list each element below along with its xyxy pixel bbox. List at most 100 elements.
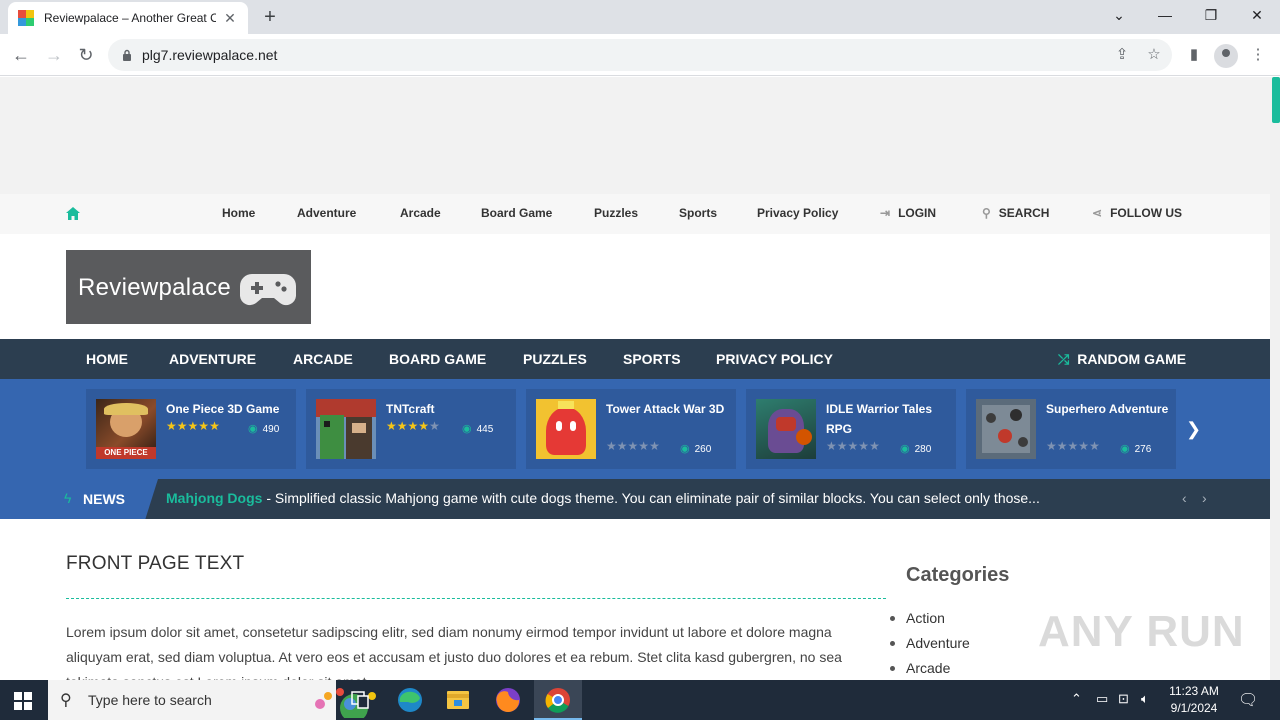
star-rating: ★★★★★ — [1046, 439, 1100, 453]
task-view-icon[interactable] — [336, 680, 384, 720]
side-panel-icon[interactable]: ▮ — [1183, 44, 1205, 66]
star-icon: ★ — [606, 439, 617, 453]
star-icon: ★ — [166, 419, 177, 433]
game-thumbnail — [756, 399, 816, 459]
eye-icon: ◉ — [1120, 443, 1130, 455]
topnav-item-adventure[interactable]: Adventure — [297, 206, 356, 220]
menu-kebab-icon[interactable]: ⋮ — [1247, 44, 1269, 66]
star-icon: ★ — [209, 419, 220, 433]
category-link-action[interactable]: Action — [890, 606, 970, 631]
shuffle-icon: ⤮ — [1058, 351, 1070, 367]
site-logo[interactable]: Reviewpalace — [66, 250, 311, 324]
game-card[interactable]: ONE PIECE One Piece 3D Game ★★★★★ ◉ 490 — [86, 389, 296, 469]
search-icon: ⚲ — [982, 206, 991, 220]
anyrun-watermark: ANY RUN — [1038, 607, 1245, 656]
game-thumbnail: ONE PIECE — [96, 399, 156, 459]
mainnav-item-privacy-policy[interactable]: PRIVACY POLICY — [716, 351, 833, 367]
game-card[interactable]: TNTcraft ★★★★★ ◉ 445 — [306, 389, 516, 469]
game-card[interactable]: Superhero Adventure ★★★★★ ◉ 276 — [966, 389, 1176, 469]
tab-search-icon[interactable]: ⌄ — [1107, 5, 1131, 25]
url-text: plg7.reviewpalace.net — [142, 47, 278, 63]
page-scrollbar-thumb[interactable] — [1272, 77, 1280, 123]
battery-icon[interactable]: ▭ — [1096, 691, 1108, 707]
browser-tabstrip: Reviewpalace – Another Great O ✕ + ⌄ — ❐… — [0, 0, 1280, 34]
topnav-item-home[interactable]: Home — [222, 206, 255, 220]
page-scrollbar[interactable] — [1270, 77, 1280, 680]
main-nav: HOME ADVENTURE ARCADE BOARD GAME PUZZLES… — [0, 339, 1270, 379]
game-card[interactable]: IDLE Warrior Tales RPG ★★★★★ ◉ 280 — [746, 389, 956, 469]
mainnav-item-adventure[interactable]: ADVENTURE — [169, 351, 256, 367]
reload-button[interactable]: ↻ — [75, 44, 97, 66]
news-prev-chevron-left-icon[interactable]: ‹ — [1182, 490, 1187, 506]
share-page-icon[interactable]: ⇪ — [1112, 45, 1132, 65]
follow-label: FOLLOW US — [1110, 206, 1183, 220]
game-title: Tower Attack War 3D — [606, 402, 725, 416]
login-link[interactable]: ⇥ LOGIN — [880, 206, 936, 220]
login-label: LOGIN — [898, 206, 937, 220]
star-icon: ★ — [869, 439, 880, 453]
back-button[interactable]: ← — [10, 44, 32, 66]
edge-browser-icon[interactable] — [386, 680, 434, 720]
topnav-item-puzzles[interactable]: Puzzles — [594, 206, 638, 220]
game-title: One Piece 3D Game — [166, 402, 280, 416]
mainnav-item-arcade[interactable]: ARCADE — [293, 351, 353, 367]
news-next-chevron-right-icon[interactable]: › — [1202, 490, 1207, 506]
game-title: Superhero Adventure — [1046, 402, 1169, 416]
lock-icon — [123, 49, 131, 61]
top-nav: Home Adventure Arcade Board Game Puzzles… — [0, 194, 1270, 234]
close-window-button[interactable]: ✕ — [1245, 5, 1269, 25]
taskbar-clock[interactable]: 11:23 AM 9/1/2024 — [1162, 683, 1226, 717]
file-explorer-icon[interactable] — [434, 680, 482, 720]
home-icon[interactable] — [66, 207, 80, 220]
topnav-item-arcade[interactable]: Arcade — [400, 206, 441, 220]
new-tab-button[interactable]: + — [258, 5, 282, 29]
windows-start-icon[interactable] — [14, 692, 32, 710]
taskbar-search-box[interactable]: ⚲ Type here to search — [48, 680, 376, 720]
play-count-value: 260 — [694, 444, 712, 455]
minimize-button[interactable]: — — [1153, 5, 1177, 25]
profile-avatar[interactable] — [1214, 44, 1238, 68]
tab-close-icon[interactable]: ✕ — [222, 10, 238, 26]
star-icon: ★ — [836, 439, 848, 453]
tray-chevron-up-icon[interactable]: ⌃ — [1071, 691, 1082, 707]
carousel-next-chevron-right-icon[interactable]: ❯ — [1186, 419, 1201, 440]
news-item[interactable]: Mahjong Dogs - Simplified classic Mahjon… — [166, 490, 1040, 506]
star-icon: ★ — [1046, 439, 1057, 453]
category-link-adventure[interactable]: Adventure — [890, 631, 970, 656]
forward-button[interactable]: → — [43, 44, 65, 66]
firefox-icon[interactable] — [484, 680, 532, 720]
search-link[interactable]: ⚲ SEARCH — [982, 206, 1049, 220]
star-icon: ★ — [407, 419, 419, 433]
browser-tab[interactable]: Reviewpalace – Another Great O ✕ — [8, 2, 248, 34]
game-thumbnail — [536, 399, 596, 459]
eye-icon: ◉ — [462, 423, 472, 435]
bookmark-star-icon[interactable]: ☆ — [1144, 45, 1164, 65]
follow-us-link[interactable]: ⋖ FOLLOW US — [1092, 206, 1182, 220]
notification-center-icon[interactable]: 🗨︎ — [1238, 690, 1258, 710]
news-headline[interactable]: Mahjong Dogs — [166, 490, 262, 506]
restore-button[interactable]: ❐ — [1199, 5, 1223, 25]
topnav-item-privacy-policy[interactable]: Privacy Policy — [757, 206, 838, 220]
topnav-item-sports[interactable]: Sports — [679, 206, 717, 220]
volume-icon[interactable]: 🔈︎ — [1141, 691, 1149, 707]
mainnav-item-puzzles[interactable]: PUZZLES — [523, 351, 587, 367]
random-game-label: RANDOM GAME — [1077, 351, 1187, 367]
game-card[interactable]: Tower Attack War 3D ★★★★★ ◉ 260 — [526, 389, 736, 469]
topnav-item-board-game[interactable]: Board Game — [481, 206, 552, 220]
star-icon: ★ — [649, 439, 660, 453]
chrome-icon[interactable] — [534, 680, 582, 720]
random-game-button[interactable]: ⤮ RANDOM GAME — [1058, 351, 1186, 368]
windows-taskbar: ⚲ Type here to search ⌃ ▭ ⊡ 🔈︎ 11:23 AM … — [0, 680, 1280, 720]
mainnav-item-sports[interactable]: SPORTS — [623, 351, 681, 367]
star-rating: ★★★★★ — [826, 439, 880, 453]
network-icon[interactable]: ⊡ — [1118, 691, 1129, 707]
search-icon: ⚲ — [60, 692, 72, 709]
eye-icon: ◉ — [900, 443, 910, 455]
play-count-value: 276 — [1134, 444, 1152, 455]
mainnav-item-board-game[interactable]: BOARD GAME — [389, 351, 486, 367]
category-link-arcade[interactable]: Arcade — [890, 656, 970, 680]
address-bar[interactable]: plg7.reviewpalace.net ⇪ ☆ — [108, 39, 1172, 71]
mainnav-item-home[interactable]: HOME — [86, 351, 128, 367]
news-ticker: ϟ NEWS Mahjong Dogs - Simplified classic… — [0, 479, 1270, 519]
play-count: ◉ 276 — [1120, 442, 1151, 455]
